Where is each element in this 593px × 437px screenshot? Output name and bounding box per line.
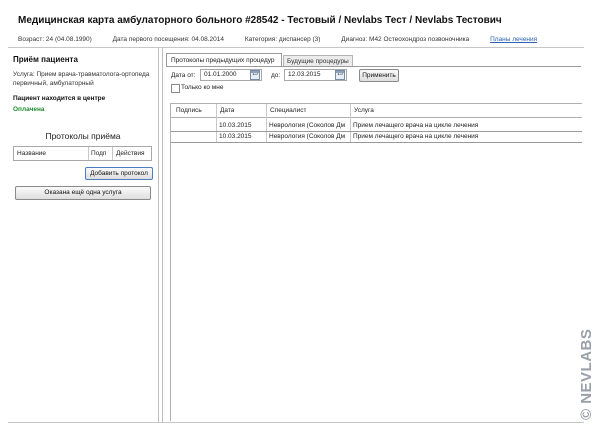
service-description: Услуга: Прием врача-травматолога-ортопед… [13,71,150,87]
header-divider [8,47,584,48]
row-specialist: Неврология (Соколов Дм [269,122,346,129]
protocols-column-signed[interactable]: Подп [91,150,106,157]
tab-strip-divider [166,66,581,67]
date-to-label: до: [271,72,281,79]
treatment-plans-link[interactable]: Планы лечения [490,36,537,43]
calendar-day: 15 [252,71,258,77]
row-service: Прием лечащего врача на цикле лечения [353,133,479,140]
table-row[interactable]: 10.03.2015 Неврология (Соколов Дм Прием … [171,132,582,143]
protocols-column-actions[interactable]: Действия [116,150,144,157]
another-service-button[interactable]: Оказана ещё одна услуга [15,186,151,200]
protocols-heading: Протоколы приёма [45,131,121,141]
calendar-day: 15 [337,71,343,77]
only-me-checkbox[interactable] [171,84,180,93]
row-date: 10.03.2015 [219,133,252,140]
grid-column-service[interactable]: Услуга [354,106,374,115]
grid-header-row: Подпись Дата Специалист Услуга [171,104,582,118]
apply-filter-button[interactable]: Применить [359,69,399,82]
bottom-divider [8,422,584,423]
page-title: Медицинская карта амбулаторного больного… [18,15,502,26]
patient-diagnosis: Диагноз: М42 Остеохондроз позвоночника [341,36,470,43]
add-protocol-button[interactable]: Добавить протокол [85,167,153,180]
grid-column-signature[interactable]: Подпись [176,106,202,115]
column-divider [88,147,89,160]
procedures-grid[interactable]: Подпись Дата Специалист Услуга 10.03.201… [170,103,582,421]
only-me-label: Только ко мне [181,84,224,91]
protocols-table[interactable]: Название Подп Действия [13,146,152,161]
row-date: 10.03.2015 [219,122,252,129]
tab-previous-procedures[interactable]: Протоколы предыдущих процедур [166,53,282,67]
row-specialist: Неврология (Соколов Дм [269,133,346,140]
column-divider [112,147,113,160]
nevlabs-watermark: © NEVLABS [578,328,593,420]
patient-age: Возраст: 24 (04.08.1990) [18,36,92,43]
table-row[interactable]: 10.03.2015 Неврология (Соколов Дм Прием … [171,121,582,132]
patient-category: Категория: диспансер (3) [244,36,321,43]
patient-info-row: Возраст: 24 (04.08.1990) Дата первого по… [18,36,537,43]
calendar-icon[interactable]: 15 [335,70,345,80]
payment-status: Оплачена [13,106,45,113]
protocols-column-name[interactable]: Название [17,150,46,157]
date-from-label: Дата от: [171,72,196,79]
calendar-icon[interactable]: 15 [250,70,260,80]
patient-status: Пациент находится в центре [13,95,106,102]
first-visit-date: Дата первого посещения: 04.08.2014 [112,36,225,43]
grid-column-date[interactable]: Дата [220,106,234,115]
reception-heading: Приём пациента [13,55,78,64]
panel-splitter-right [162,48,163,423]
grid-column-specialist[interactable]: Специалист [270,106,306,115]
panel-splitter-left[interactable] [158,48,159,423]
row-service: Прием лечащего врача на цикле лечения [353,122,479,129]
